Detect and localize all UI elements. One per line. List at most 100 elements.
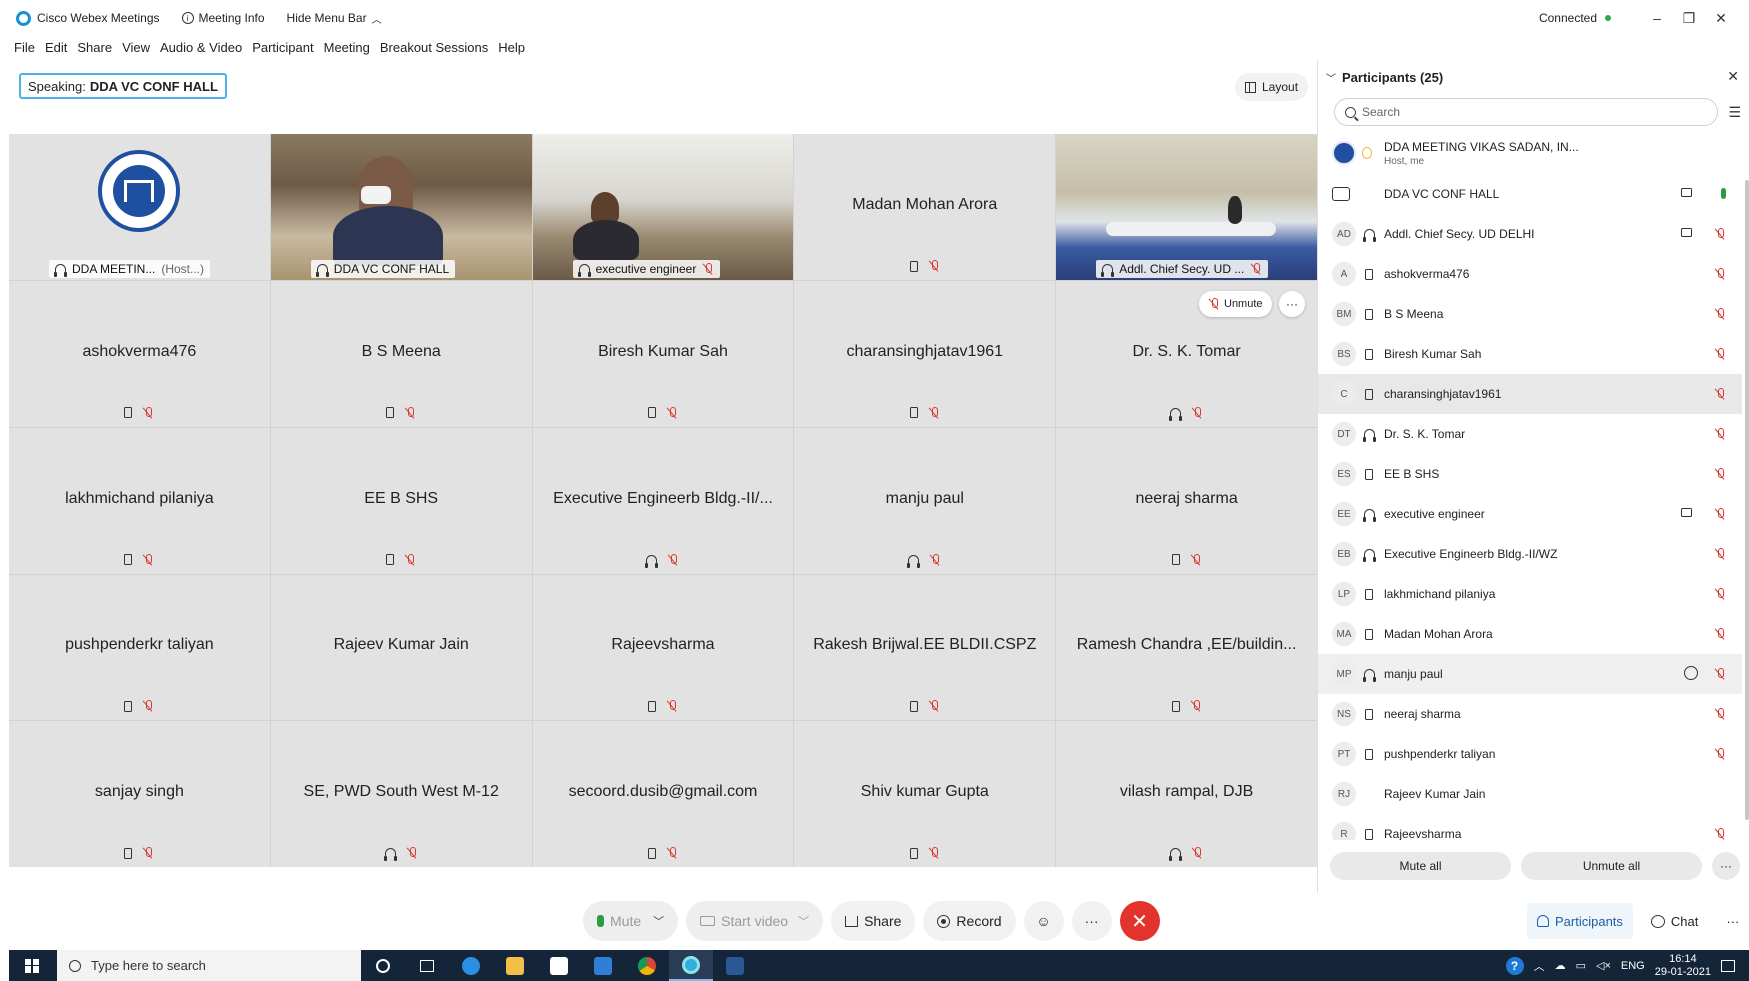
participant-row[interactable]: BM B S Meena [1318, 294, 1742, 334]
chevron-up-icon[interactable]: ︿ [1534, 958, 1545, 974]
participant-row[interactable]: MP manju paul [1318, 654, 1742, 694]
participant-row[interactable]: MA Madan Mohan Arora [1318, 614, 1742, 654]
name-tile[interactable]: SE, PWD South West M-12 [270, 721, 532, 867]
webex-app[interactable] [669, 950, 713, 981]
participant-row[interactable]: LP lakhmichand pilaniya [1318, 574, 1742, 614]
participant-search-input[interactable]: Search [1334, 98, 1718, 126]
mic-muted-button[interactable] [1714, 708, 1726, 723]
mute-all-button[interactable]: Mute all [1330, 852, 1511, 880]
name-tile[interactable]: sanjay singh [9, 721, 270, 867]
chevron-down-icon[interactable]: ﹀ [798, 913, 809, 929]
name-tile[interactable]: Rajeev Kumar Jain [270, 574, 532, 721]
cortana-button[interactable] [361, 950, 405, 981]
close-panel-button[interactable]: ✕ [1727, 68, 1739, 85]
layout-button[interactable]: Layout [1235, 73, 1309, 101]
participant-row[interactable]: DT Dr. S. K. Tomar [1318, 414, 1742, 454]
name-tile[interactable]: EE B SHS [270, 427, 532, 574]
mic-muted-button[interactable] [1714, 468, 1726, 483]
meeting-info-button[interactable]: i Meeting Info [181, 11, 265, 25]
share-button[interactable]: Share [831, 901, 916, 941]
network-icon[interactable]: ▭ [1576, 959, 1586, 972]
mail-app[interactable] [581, 950, 625, 981]
volume-icon[interactable]: ◁× [1596, 959, 1611, 972]
menu-breakout-sessions[interactable]: Breakout Sessions [380, 40, 488, 55]
start-video-button[interactable]: Start video ﹀ [686, 901, 824, 941]
name-tile[interactable]: manju paul [794, 427, 1056, 574]
mic-muted-button[interactable] [1714, 308, 1726, 323]
name-tile[interactable]: Ramesh Chandra ,EE/buildin... [1056, 574, 1317, 721]
participant-row[interactable]: BS Biresh Kumar Sah [1318, 334, 1742, 374]
video-tile-host[interactable]: DDA MEETIN... (Host...) [9, 134, 270, 280]
name-tile[interactable]: Rajeevsharma [532, 574, 794, 721]
panel-more-button[interactable]: ··· [1712, 852, 1740, 880]
close-window-button[interactable]: ✕ [1705, 10, 1737, 27]
participant-row[interactable]: EB Executive Engineerb Bldg.-II/WZ [1318, 534, 1742, 574]
participant-row[interactable]: ES EE B SHS [1318, 454, 1742, 494]
menu-view[interactable]: View [122, 40, 150, 55]
chevron-down-icon[interactable]: ﹀ [1326, 70, 1336, 85]
mic-muted-button[interactable] [1714, 508, 1726, 523]
name-tile[interactable]: pushpenderkr taliyan [9, 574, 270, 721]
name-tile[interactable]: B S Meena [270, 281, 532, 427]
hide-menu-bar-button[interactable]: Hide Menu Bar ︿ [287, 11, 382, 26]
video-tile-active-speaker[interactable]: DDA VC CONF HALL [270, 134, 532, 280]
menu-share[interactable]: Share [77, 40, 112, 55]
menu-audio-video[interactable]: Audio & Video [160, 40, 242, 55]
video-tile-executive-engineer[interactable]: executive engineer [532, 134, 794, 280]
tile-more-button[interactable]: ··· [1279, 291, 1305, 317]
help-icon[interactable]: ? [1505, 956, 1524, 975]
participant-row[interactable]: RJ Rajeev Kumar Jain [1318, 774, 1742, 814]
mic-active-button[interactable] [1721, 188, 1726, 202]
participant-row[interactable]: R Rajeevsharma [1318, 814, 1742, 840]
menu-edit[interactable]: Edit [45, 40, 67, 55]
name-tile[interactable]: secoord.dusib@gmail.com [532, 721, 794, 867]
unmute-all-button[interactable]: Unmute all [1521, 852, 1702, 880]
name-tile[interactable]: charansinghjatav1961 [794, 281, 1056, 427]
sort-list-icon[interactable]: ☰ [1728, 104, 1741, 121]
participant-row[interactable]: EE executive engineer [1318, 494, 1742, 534]
edge-app[interactable] [449, 950, 493, 981]
mic-muted-button[interactable] [1714, 348, 1726, 363]
participant-row[interactable]: DDA MEETING VIKAS SADAN, IN... Host, me [1318, 132, 1742, 174]
tab-more-button[interactable]: ··· [1716, 903, 1749, 939]
name-tile[interactable]: Dr. S. K. Tomar [1056, 281, 1317, 427]
record-button[interactable]: Record [923, 901, 1016, 941]
name-tile[interactable]: Rakesh Brijwal.EE BLDII.CSPZ [794, 574, 1056, 721]
minimize-button[interactable]: – [1641, 10, 1673, 26]
participant-row[interactable]: DDA VC CONF HALL [1318, 174, 1742, 214]
cloud-icon[interactable]: ☁ [1555, 959, 1566, 972]
name-tile[interactable]: Executive Engineerb Bldg.-II/... [532, 427, 794, 574]
notifications-icon[interactable] [1721, 959, 1735, 972]
name-tile[interactable]: neeraj sharma [1056, 427, 1317, 574]
tile-unmute-button[interactable]: Unmute [1199, 291, 1272, 317]
chat-icon[interactable] [1684, 666, 1698, 680]
menu-meeting[interactable]: Meeting [324, 40, 370, 55]
mic-muted-button[interactable] [1714, 388, 1726, 403]
reactions-button[interactable]: ☺ [1023, 901, 1064, 941]
name-tile[interactable]: Shiv kumar Gupta [794, 721, 1056, 867]
name-tile[interactable]: lakhmichand pilaniya [9, 427, 270, 574]
participant-row[interactable]: PT pushpenderkr taliyan [1318, 734, 1742, 774]
clock[interactable]: 16:14 29-01-2021 [1655, 953, 1711, 979]
panel-header[interactable]: ﹀ Participants (25) [1326, 70, 1443, 85]
language-indicator[interactable]: ENG [1621, 960, 1645, 972]
start-button[interactable] [17, 958, 47, 973]
restore-button[interactable]: ❐ [1673, 10, 1705, 27]
tab-chat[interactable]: Chat [1641, 903, 1708, 939]
mic-muted-button[interactable] [1714, 428, 1726, 443]
video-tile-addl-chief-secy[interactable]: Addl. Chief Secy. UD ... [1056, 134, 1317, 280]
mic-muted-button[interactable] [1714, 748, 1726, 763]
mic-muted-button[interactable] [1714, 228, 1726, 243]
participant-row[interactable]: Ccharansinghjatav1961 [1318, 374, 1742, 414]
mic-muted-button[interactable] [1714, 828, 1726, 840]
store-app[interactable] [537, 950, 581, 981]
tab-participants[interactable]: Participants [1527, 903, 1633, 939]
menu-help[interactable]: Help [498, 40, 525, 55]
chevron-down-icon[interactable]: ﹀ [653, 913, 664, 929]
mute-button[interactable]: Mute ﹀ [583, 901, 679, 941]
name-tile[interactable]: Biresh Kumar Sah [532, 281, 794, 427]
participant-list-scrollbar[interactable] [1745, 180, 1749, 820]
name-tile[interactable]: vilash rampal, DJB [1056, 721, 1317, 867]
participant-row[interactable]: NS neeraj sharma [1318, 694, 1742, 734]
mic-muted-button[interactable] [1714, 588, 1726, 603]
